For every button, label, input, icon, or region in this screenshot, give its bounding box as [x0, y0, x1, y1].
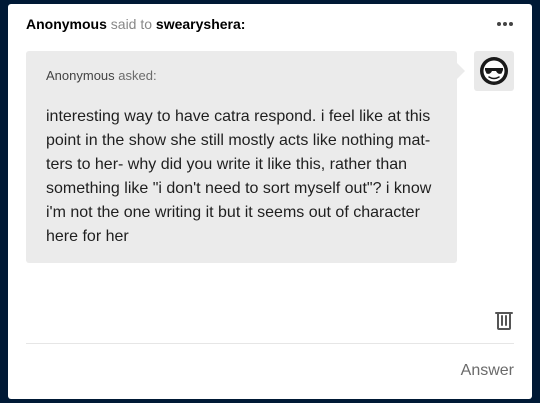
trash-icon[interactable] [492, 308, 516, 332]
sunglasses-face-icon [480, 57, 508, 85]
ask-card: Anonymous said to swearyshera: Anonymous… [8, 4, 532, 399]
said-to-text: said to [110, 16, 153, 32]
asked-label: asked: [118, 68, 157, 83]
more-horizontal-icon[interactable] [495, 17, 515, 31]
avatar[interactable] [474, 51, 514, 91]
recipient-name[interactable]: swearyshera: [156, 16, 246, 32]
question-text: interesting way to have catra respond. i… [46, 108, 432, 245]
asker-line: Anonymous asked: [46, 68, 157, 83]
ask-header: Anonymous said to swearyshera: [26, 16, 245, 32]
asker-name: Anonymous [46, 68, 115, 83]
answer-button[interactable]: Answer [461, 362, 514, 380]
ask-bubble: Anonymous asked: interesting way to have… [26, 51, 465, 263]
footer-divider [26, 343, 514, 344]
sender-name[interactable]: Anonymous [26, 16, 107, 32]
